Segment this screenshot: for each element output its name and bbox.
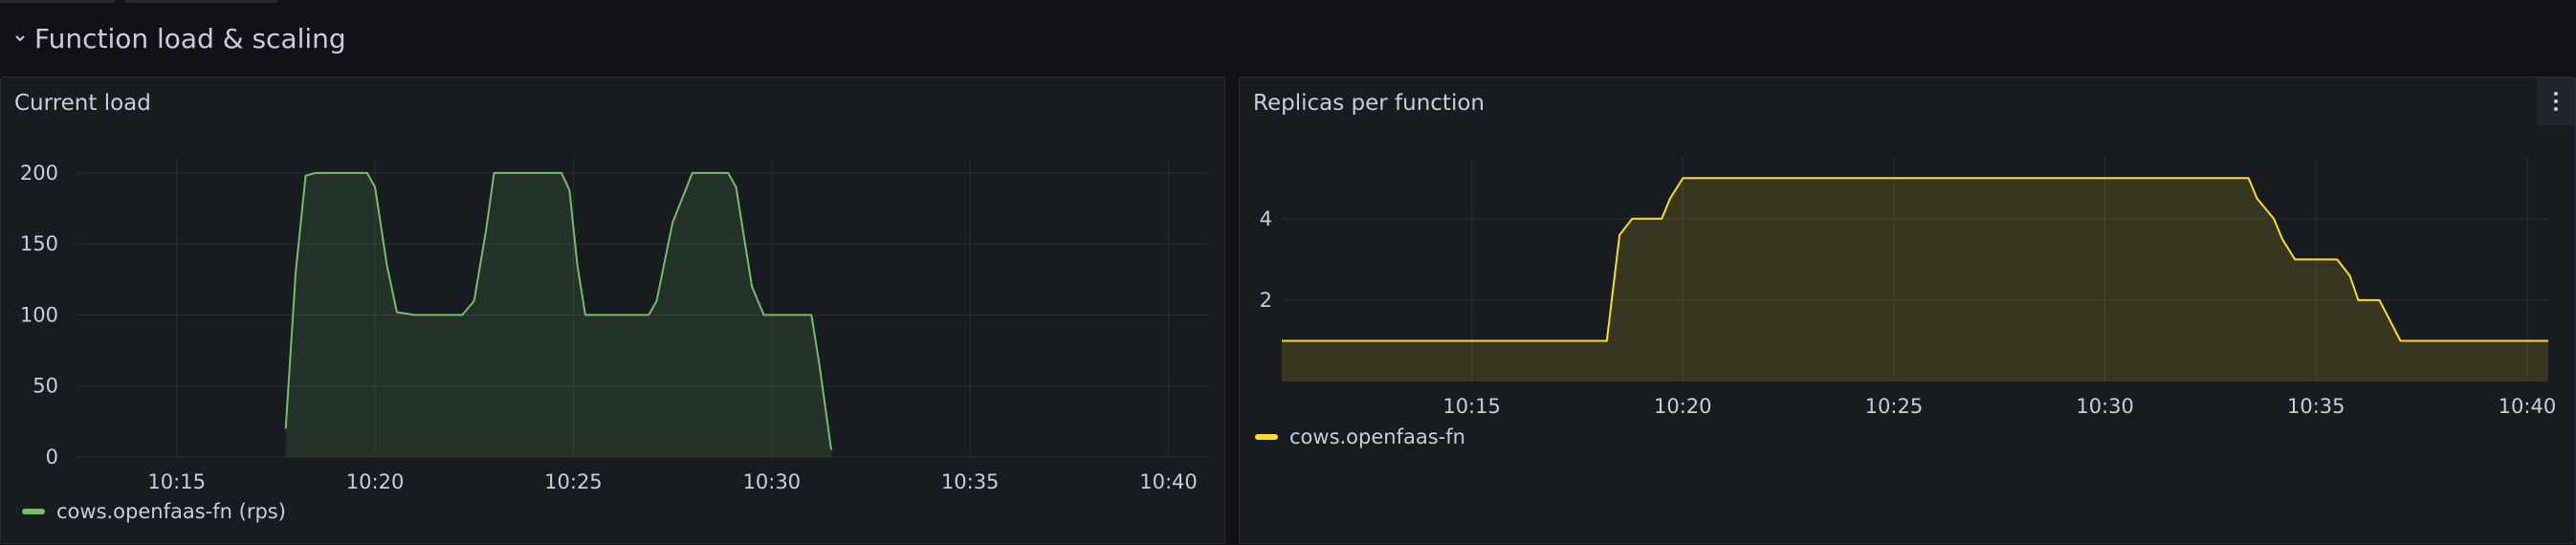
x-tick-label: 10:40 — [2499, 395, 2557, 418]
x-tick-label: 10:30 — [743, 470, 802, 493]
legend-swatch — [22, 509, 45, 514]
series-area — [285, 172, 831, 457]
row-toggle[interactable]: Function load & scaling — [13, 19, 346, 57]
x-tick-label: 10:30 — [2076, 395, 2134, 418]
tab-hint — [124, 0, 277, 3]
legend-label: cows.openfaas-fn — [1289, 425, 1465, 448]
y-tick-label: 0 — [46, 446, 58, 469]
x-tick-label: 10:40 — [1139, 470, 1198, 493]
panel-replicas-per-function: Replicas per function 10:15 10:20 10:25 10:… — [1239, 76, 2576, 544]
legend-item[interactable]: cows.openfaas-fn — [1255, 425, 1465, 448]
y-tick-label: 100 — [20, 303, 58, 326]
x-tick-label: 10:15 — [147, 470, 206, 493]
legend-label: cows.openfaas-fn (rps) — [56, 500, 286, 523]
chevron-down-icon — [15, 35, 25, 42]
x-tick-label: 10:15 — [1442, 395, 1501, 418]
x-tick-label: 10:35 — [2287, 395, 2345, 418]
replicas-chart: 10:15 10:20 10:25 10:30 10:35 10:40 2 4 — [1260, 158, 2557, 418]
panel-current-load: Current load 10:15 10:20 10:25 10:30 10:35 10… — [0, 76, 1225, 544]
y-tick-label: 150 — [20, 232, 58, 255]
legend-swatch — [1255, 434, 1278, 440]
y-tick-label: 50 — [33, 375, 58, 398]
y-tick-label: 2 — [1260, 289, 1272, 312]
row-header: Function load & scaling — [0, 0, 2576, 76]
x-tick-label: 10:25 — [1865, 395, 1924, 418]
current-load-chart: 10:15 10:20 10:25 10:30 10:35 10:40 0 50 100 150 2… — [20, 159, 1208, 493]
y-tick-label: 4 — [1260, 207, 1272, 230]
x-tick-label: 10:35 — [941, 470, 1000, 493]
legend-item[interactable]: cows.openfaas-fn (rps) — [22, 500, 286, 523]
x-tick-label: 10:20 — [346, 470, 405, 493]
y-tick-label: 200 — [20, 162, 58, 185]
tab-hint — [0, 0, 115, 3]
row-title: Function load & scaling — [34, 22, 346, 54]
x-tick-label: 10:20 — [1654, 395, 1712, 418]
x-tick-label: 10:25 — [544, 470, 603, 493]
